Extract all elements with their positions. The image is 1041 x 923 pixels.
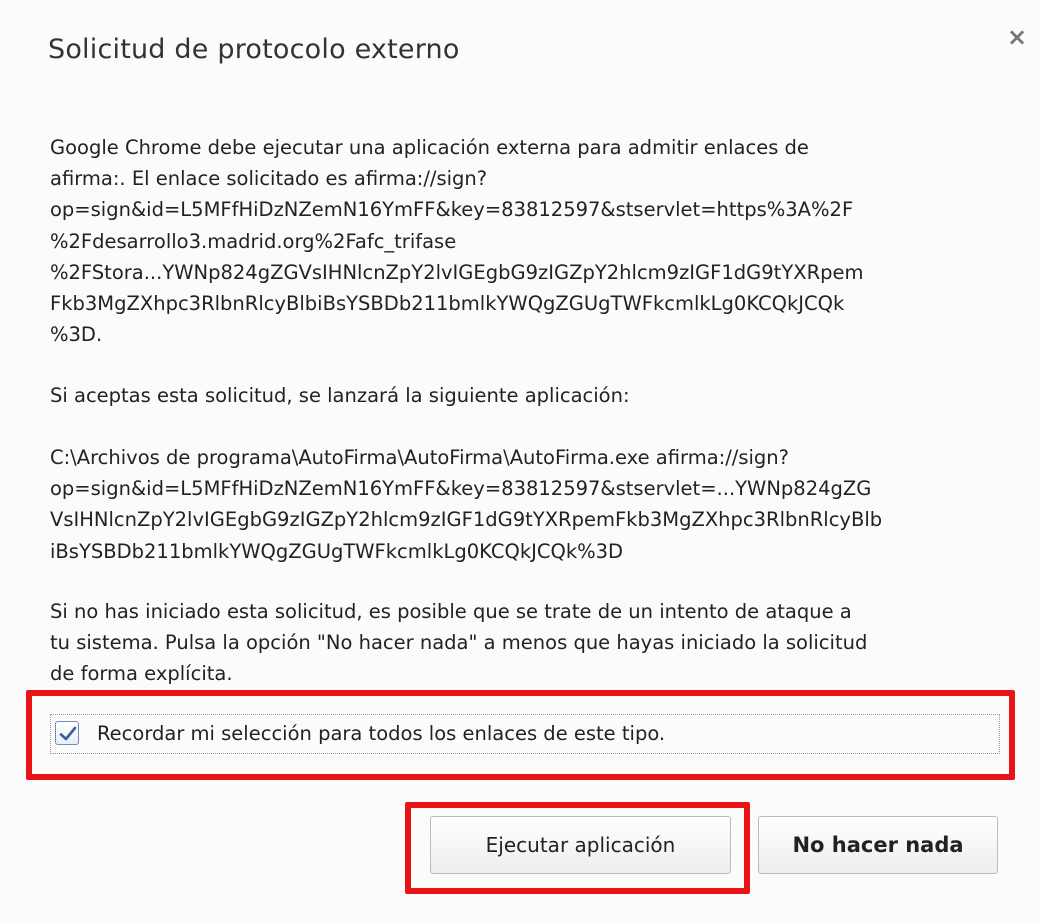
close-icon[interactable]: × [1002, 22, 1032, 52]
accept-info-paragraph: Si aceptas esta solicitud, se lanzará la… [50, 384, 630, 407]
dialog-title: Solicitud de protocolo externo [48, 34, 460, 65]
application-command-text: C:\Archivos de programa\AutoFirma\AutoFi… [50, 446, 883, 563]
highlight-box-run-button [405, 802, 750, 894]
do-nothing-button[interactable]: No hacer nada [758, 816, 998, 874]
external-protocol-dialog: Solicitud de protocolo externo × Google … [0, 0, 1041, 923]
highlight-box-remember [26, 690, 1015, 780]
description-paragraph: Google Chrome debe ejecutar una aplicaci… [50, 136, 864, 347]
warning-paragraph: Si no has iniciado esta solicitud, es po… [50, 600, 868, 686]
